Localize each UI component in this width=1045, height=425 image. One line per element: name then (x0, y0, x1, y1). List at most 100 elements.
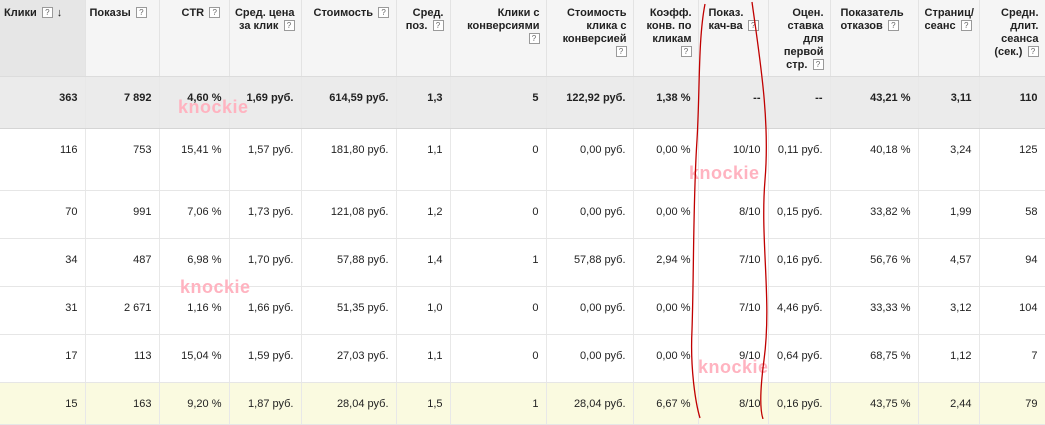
help-icon[interactable]: ? (615, 46, 627, 57)
col-cost-per-conv-header[interactable]: Стоимость клика с конверсией ? (546, 0, 634, 77)
help-icon[interactable]: ? (283, 20, 295, 31)
cell-clicks: 116 (0, 128, 86, 191)
cell-quality: 7/10 (698, 286, 769, 335)
help-icon[interactable]: ? (41, 7, 53, 18)
cell-pages-session: 3,11 (918, 76, 980, 129)
cell-avg-cpc: 1,59 руб. (229, 334, 302, 383)
cell-clicks: 31 (0, 286, 86, 335)
cell-avg-cpc: 1,87 руб. (229, 382, 302, 425)
cell-avg-pos: 1,1 (396, 128, 451, 191)
table-row: 116 753 15,41 % 1,57 руб. 181,80 руб. 1,… (0, 128, 1045, 191)
col-label: Клики с конверсиями (467, 7, 540, 32)
help-icon[interactable]: ? (378, 7, 390, 18)
cell-avg-pos: 1,4 (396, 238, 451, 287)
cell-impressions: 753 (85, 128, 160, 191)
cell-cost: 181,80 руб. (301, 128, 397, 191)
col-label: Показ. кач-ва (708, 7, 744, 32)
cell-avg-pos: 1,1 (396, 334, 451, 383)
cell-conv-rate: 0,00 % (633, 190, 699, 239)
cell-avg-cpc: 1,66 руб. (229, 286, 302, 335)
cell-clicks: 15 (0, 382, 86, 425)
help-icon[interactable]: ? (960, 20, 972, 31)
cell-conv-clicks: 0 (450, 190, 547, 239)
sort-desc-icon[interactable]: ↓ (57, 7, 63, 19)
col-avg-cpc-header[interactable]: Сред. цена за клик ? (229, 0, 302, 77)
cell-impressions: 113 (85, 334, 160, 383)
help-icon[interactable]: ? (680, 46, 692, 57)
stats-table: Клики ? ↓ Показы ? CTR ? Сред. цена за кл… (0, 0, 1045, 425)
help-icon[interactable]: ? (209, 7, 221, 18)
col-impressions-header[interactable]: Показы ? (85, 0, 160, 77)
cell-pages-session: 3,24 (918, 128, 980, 191)
cell-pages-session: 1,12 (918, 334, 980, 383)
cell-avg-session: 110 (979, 76, 1045, 129)
col-pages-session-header[interactable]: Страниц/ сеанс ? (918, 0, 980, 77)
cell-quality: 10/10 (698, 128, 769, 191)
col-clicks-header[interactable]: Клики ? ↓ (0, 0, 86, 77)
cell-cost: 51,35 руб. (301, 286, 397, 335)
cell-conv-clicks: 1 (450, 238, 547, 287)
col-conv-rate-header[interactable]: Коэфф. конв. по кликам ? (633, 0, 699, 77)
cell-quality: -- (698, 76, 769, 129)
col-quality-header[interactable]: Показ. кач-ва ? (698, 0, 769, 77)
cell-conv-rate: 1,38 % (633, 76, 699, 129)
cell-avg-cpc: 1,73 руб. (229, 190, 302, 239)
cell-clicks: 363 (0, 76, 86, 129)
col-first-page-bid-header[interactable]: Оцен. ставка для первой стр. ? (768, 0, 831, 77)
cell-cost: 614,59 руб. (301, 76, 397, 129)
cell-conv-rate: 0,00 % (633, 286, 699, 335)
help-icon[interactable]: ? (432, 20, 444, 31)
cell-quality: 8/10 (698, 190, 769, 239)
cell-avg-session: 125 (979, 128, 1045, 191)
cell-cost-per-conv: 0,00 руб. (546, 286, 634, 335)
cell-cost-per-conv: 0,00 руб. (546, 190, 634, 239)
header-row: Клики ? ↓ Показы ? CTR ? Сред. цена за кл… (0, 0, 1045, 77)
cell-pages-session: 2,44 (918, 382, 980, 425)
cell-avg-session: 94 (979, 238, 1045, 287)
cell-clicks: 17 (0, 334, 86, 383)
cell-bounce-rate: 40,18 % (830, 128, 919, 191)
col-label: Стоимость клика с конверсией (562, 7, 627, 45)
cell-pages-session: 4,57 (918, 238, 980, 287)
col-bounce-rate-header[interactable]: Показатель отказов ? (830, 0, 919, 77)
cell-avg-session: 58 (979, 190, 1045, 239)
cell-quality: 9/10 (698, 334, 769, 383)
help-icon[interactable]: ? (1027, 46, 1039, 57)
cell-cost-per-conv: 0,00 руб. (546, 334, 634, 383)
cell-impressions: 487 (85, 238, 160, 287)
cell-avg-cpc: 1,69 руб. (229, 76, 302, 129)
total-row: 363 7 892 4,60 % 1,69 руб. 614,59 руб. 1… (0, 76, 1045, 129)
help-icon[interactable]: ? (812, 59, 824, 70)
col-cost-header[interactable]: Стоимость ? (301, 0, 397, 77)
cell-conv-clicks: 5 (450, 76, 547, 129)
cell-bounce-rate: 43,75 % (830, 382, 919, 425)
col-label: Стоимость (313, 7, 374, 19)
col-conv-clicks-header[interactable]: Клики с конверсиями ? (450, 0, 547, 77)
cell-bounce-rate: 56,76 % (830, 238, 919, 287)
help-icon[interactable]: ? (528, 33, 540, 44)
cell-quality: 8/10 (698, 382, 769, 425)
help-icon[interactable]: ? (887, 20, 899, 31)
cell-first-page-bid: 0,16 руб. (768, 238, 831, 287)
cell-bounce-rate: 43,21 % (830, 76, 919, 129)
cell-impressions: 163 (85, 382, 160, 425)
cell-bounce-rate: 68,75 % (830, 334, 919, 383)
col-ctr-header[interactable]: CTR ? (159, 0, 230, 77)
cell-clicks: 70 (0, 190, 86, 239)
cell-ctr: 6,98 % (159, 238, 230, 287)
help-icon[interactable]: ? (135, 7, 147, 18)
cell-bounce-rate: 33,82 % (830, 190, 919, 239)
cell-avg-pos: 1,3 (396, 76, 451, 129)
col-avg-pos-header[interactable]: Сред. поз. ? (396, 0, 451, 77)
cell-avg-pos: 1,2 (396, 190, 451, 239)
cell-cost: 27,03 руб. (301, 334, 397, 383)
col-avg-session-header[interactable]: Средн. длит. сеанса (сек.) ? (979, 0, 1045, 77)
cell-avg-cpc: 1,57 руб. (229, 128, 302, 191)
cell-pages-session: 3,12 (918, 286, 980, 335)
col-label: Коэфф. конв. по кликам (646, 7, 692, 45)
cell-impressions: 2 671 (85, 286, 160, 335)
cell-conv-rate: 2,94 % (633, 238, 699, 287)
cell-avg-session: 79 (979, 382, 1045, 425)
cell-conv-rate: 0,00 % (633, 128, 699, 191)
help-icon[interactable]: ? (747, 20, 759, 31)
